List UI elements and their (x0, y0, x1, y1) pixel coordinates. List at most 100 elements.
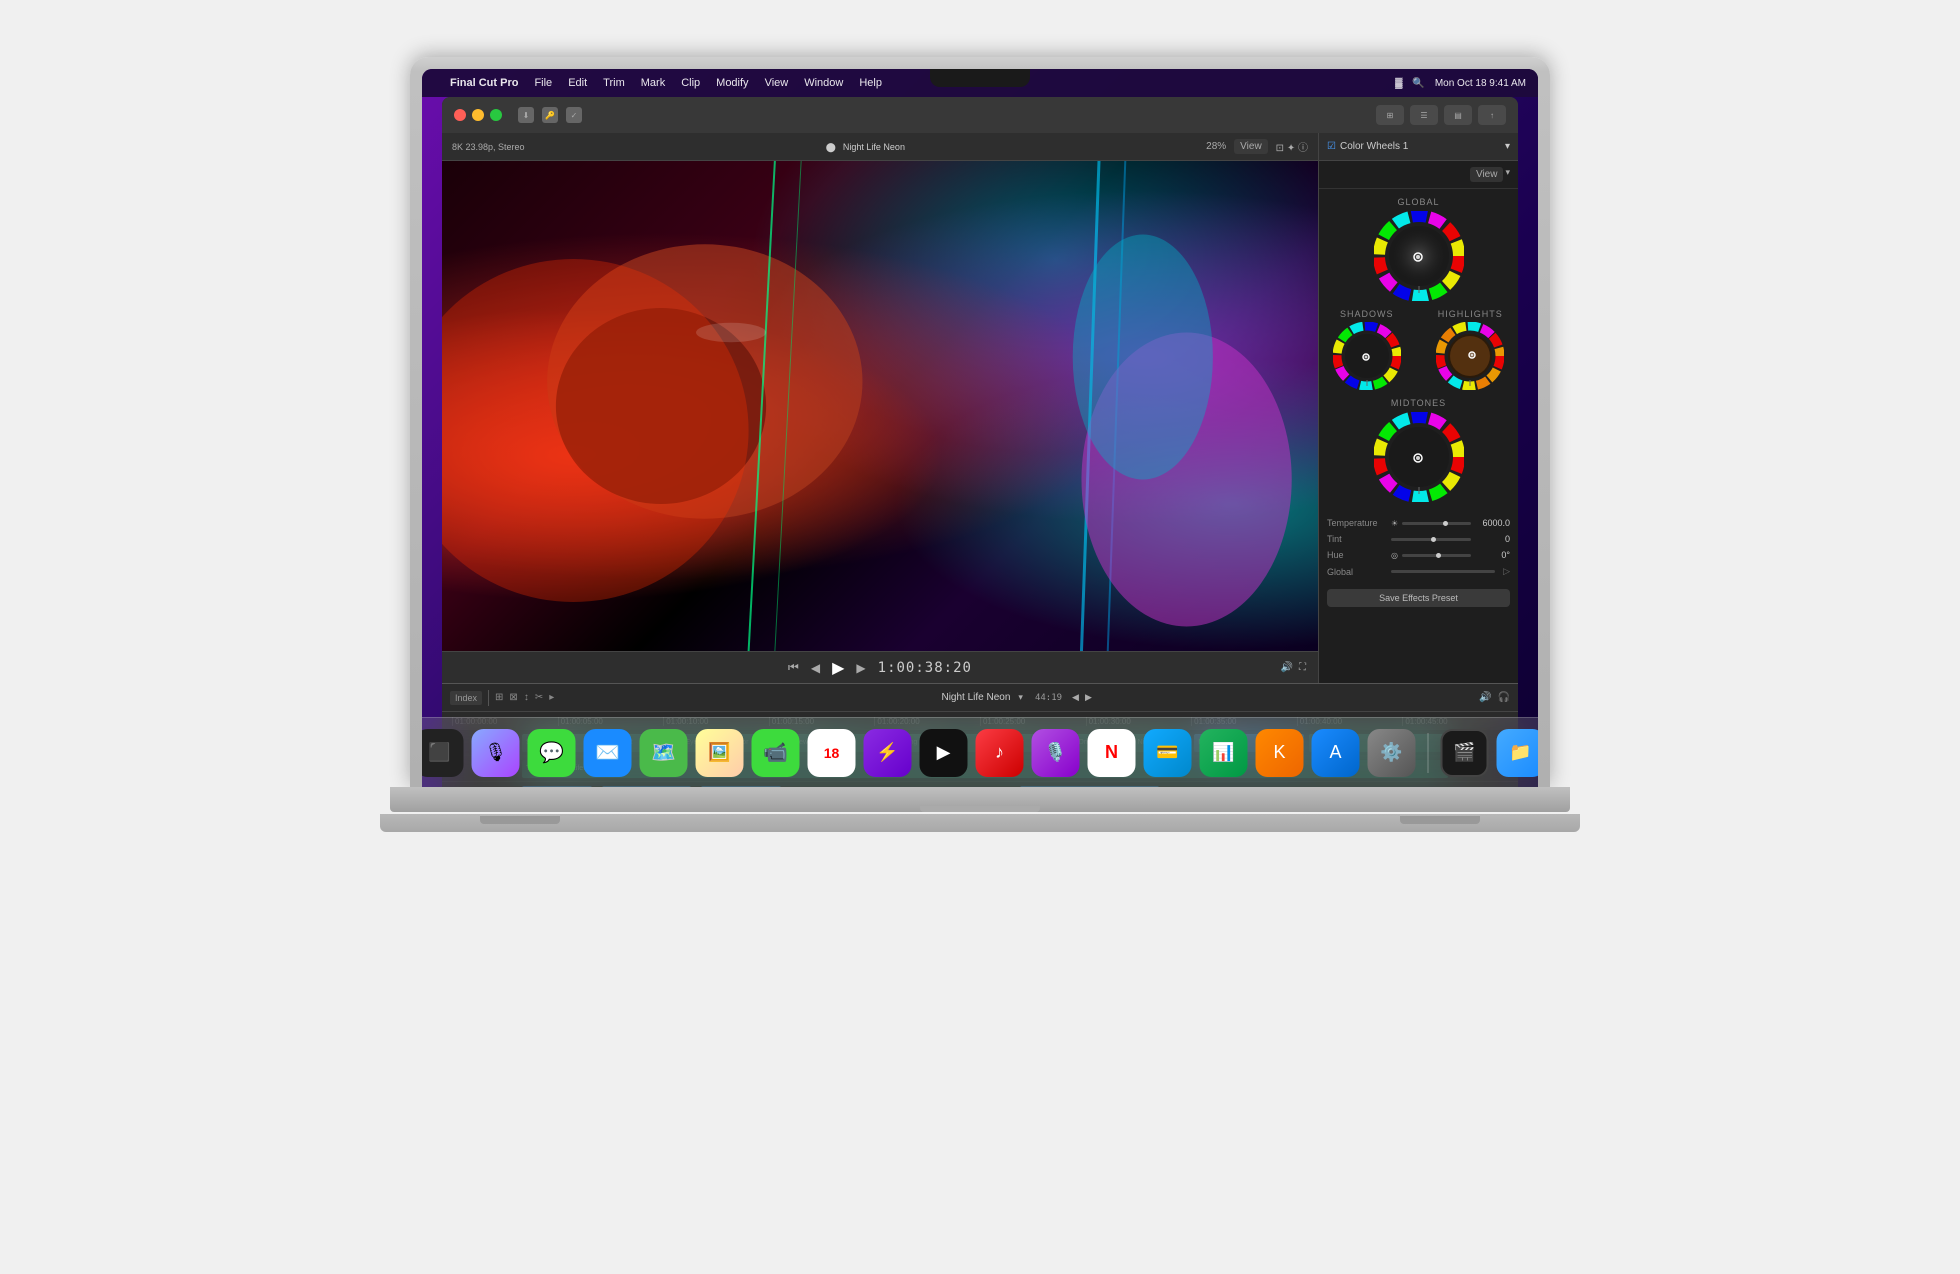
midtones-color-wheel[interactable] (1374, 412, 1464, 502)
step-forward-icon[interactable]: ▶ (856, 661, 865, 675)
fullscreen-icon[interactable]: ⛶ (1299, 662, 1306, 673)
menu-bar-left: Final Cut Pro File Edit Trim Mark Clip M… (434, 77, 1395, 89)
tl-audio-icon[interactable]: 🔊 (1479, 692, 1491, 703)
temperature-icon: ☀ (1391, 519, 1398, 528)
list-view-btn[interactable]: ☰ (1410, 105, 1438, 125)
color-wheels-title[interactable]: Color Wheels 1 (1340, 141, 1408, 152)
dock-siri[interactable]: 🎙 (472, 729, 520, 777)
tl-dropdown-icon[interactable]: ▾ (1018, 692, 1023, 703)
tl-tool-1[interactable]: ⊞ (495, 692, 503, 703)
laptop-base (380, 814, 1580, 832)
tl-headphone-icon[interactable]: 🎧 (1498, 692, 1510, 703)
color-checkbox[interactable]: ☑ (1327, 141, 1336, 152)
app-name-menu[interactable]: Final Cut Pro (450, 77, 518, 89)
filmstrip-btn[interactable]: ▤ (1444, 105, 1472, 125)
view-dropdown[interactable]: View (1234, 139, 1268, 154)
dock-photos[interactable]: 🖼️ (696, 729, 744, 777)
dock-folder[interactable]: 📁 (1497, 729, 1539, 777)
dock-keynote[interactable]: K (1256, 729, 1304, 777)
color-view-chevron[interactable]: ▾ (1505, 167, 1510, 182)
video-preview (442, 161, 1318, 651)
temperature-row: Temperature ☀ 6000.0 (1327, 518, 1510, 528)
close-button[interactable] (454, 109, 466, 121)
video-content (442, 161, 1318, 651)
playback-right-controls: 🔊 ⛶ (1281, 662, 1306, 673)
dock-mail[interactable]: ✉️ (584, 729, 632, 777)
temperature-slider[interactable] (1402, 522, 1471, 525)
dock-appstore[interactable]: A (1312, 729, 1360, 777)
macbook-laptop: Final Cut Pro File Edit Trim Mark Clip M… (380, 57, 1580, 1217)
help-menu[interactable]: Help (859, 77, 882, 89)
view-menu[interactable]: View (765, 77, 789, 89)
traffic-lights (454, 109, 502, 121)
dock-wallet[interactable]: 💳 (1144, 729, 1192, 777)
audio-icon[interactable]: 🔊 (1281, 662, 1293, 673)
search-icon[interactable]: 🔍 (1412, 78, 1424, 89)
tint-slider[interactable] (1391, 538, 1471, 541)
modify-menu[interactable]: Modify (716, 77, 748, 89)
dock-numbers[interactable]: 📊 (1200, 729, 1248, 777)
dock-music[interactable]: ♪ (976, 729, 1024, 777)
video-overlay-svg (442, 161, 1318, 651)
tl-tool-4[interactable]: ✂ (535, 692, 543, 703)
dock-systemprefs[interactable]: ⚙️ (1368, 729, 1416, 777)
shadows-color-wheel[interactable] (1333, 322, 1401, 390)
hue-slider[interactable] (1402, 554, 1471, 557)
window-menu[interactable]: Window (804, 77, 843, 89)
index-button[interactable]: Index (450, 691, 482, 705)
check-icon[interactable]: ✓ (566, 107, 582, 123)
global-slider[interactable] (1391, 570, 1495, 573)
dock-podcasts[interactable]: 🎙️ (1032, 729, 1080, 777)
fcp-window: ⬇ 🔑 ✓ ⊞ ☰ ▤ ↑ (442, 97, 1518, 787)
clip-menu[interactable]: Clip (681, 77, 700, 89)
mark-menu[interactable]: Mark (641, 77, 665, 89)
viewer-panel: 8K 23.98p, Stereo ⬤ Night Life Neon 28% … (442, 133, 1318, 683)
clock-time: Mon Oct 18 9:41 AM (1435, 78, 1526, 89)
tl-tool-2[interactable]: ⊠ (509, 692, 517, 703)
color-panel-view: View ▾ (1319, 161, 1518, 189)
dock-appletv[interactable]: ▶ (920, 729, 968, 777)
tl-tool-5[interactable]: ▸ (549, 692, 554, 703)
dock-messages[interactable]: 💬 (528, 729, 576, 777)
midtones-wheel-svg (1374, 412, 1464, 502)
dock-calendar[interactable]: 18 (808, 729, 856, 777)
grid-view-btn[interactable]: ⊞ (1376, 105, 1404, 125)
dock-facetime[interactable]: 📹 (752, 729, 800, 777)
dock-maps[interactable]: 🗺️ (640, 729, 688, 777)
tl-nav-fwd[interactable]: ▶ (1085, 692, 1092, 703)
tl-tool-3[interactable]: ↕ (524, 692, 529, 703)
laptop-screen-outer: Final Cut Pro File Edit Trim Mark Clip M… (410, 57, 1550, 787)
highlights-color-wheel[interactable] (1436, 322, 1504, 390)
hue-value: 0° (1475, 550, 1510, 560)
keyword-icon[interactable]: 🔑 (542, 107, 558, 123)
clip-icon: ⬤ (826, 142, 836, 152)
global-color-wheel[interactable] (1374, 211, 1464, 301)
share-btn[interactable]: ↑ (1478, 105, 1506, 125)
dock-launchpad[interactable]: ⬛ (422, 729, 464, 777)
color-view-btn[interactable]: View (1470, 167, 1504, 182)
viewer-clip-name: Night Life Neon (843, 142, 905, 152)
global-label: GLOBAL (1397, 197, 1439, 207)
global-expand-icon[interactable]: ▷ (1503, 566, 1510, 577)
save-effects-preset-button[interactable]: Save Effects Preset (1327, 589, 1510, 607)
import-icon[interactable]: ⬇ (518, 107, 534, 123)
tint-row: Tint 0 (1327, 534, 1510, 544)
trim-menu[interactable]: Trim (603, 77, 625, 89)
video-frame (442, 161, 1318, 651)
maximize-button[interactable] (490, 109, 502, 121)
dock-news[interactable]: N (1088, 729, 1136, 777)
play-icon[interactable]: ▶ (832, 658, 844, 678)
window-titlebar: ⬇ 🔑 ✓ ⊞ ☰ ▤ ↑ (442, 97, 1518, 133)
dock-finalcutpro[interactable]: 🎬 (1441, 729, 1489, 777)
menu-bar-right: ▓ 🔍 Mon Oct 18 9:41 AM (1395, 78, 1526, 89)
minimize-button[interactable] (472, 109, 484, 121)
file-menu[interactable]: File (534, 77, 552, 89)
tl-nav-back[interactable]: ◀ (1072, 692, 1079, 703)
edit-menu[interactable]: Edit (568, 77, 587, 89)
tint-label: Tint (1327, 534, 1387, 544)
step-back-icon[interactable]: ◀ (811, 661, 820, 675)
global-row: Global ▷ (1327, 566, 1510, 577)
dock-shortcuts[interactable]: ⚡ (864, 729, 912, 777)
play-to-start-icon[interactable]: ⏮ (788, 660, 799, 675)
expand-icon[interactable]: ▾ (1505, 141, 1510, 152)
